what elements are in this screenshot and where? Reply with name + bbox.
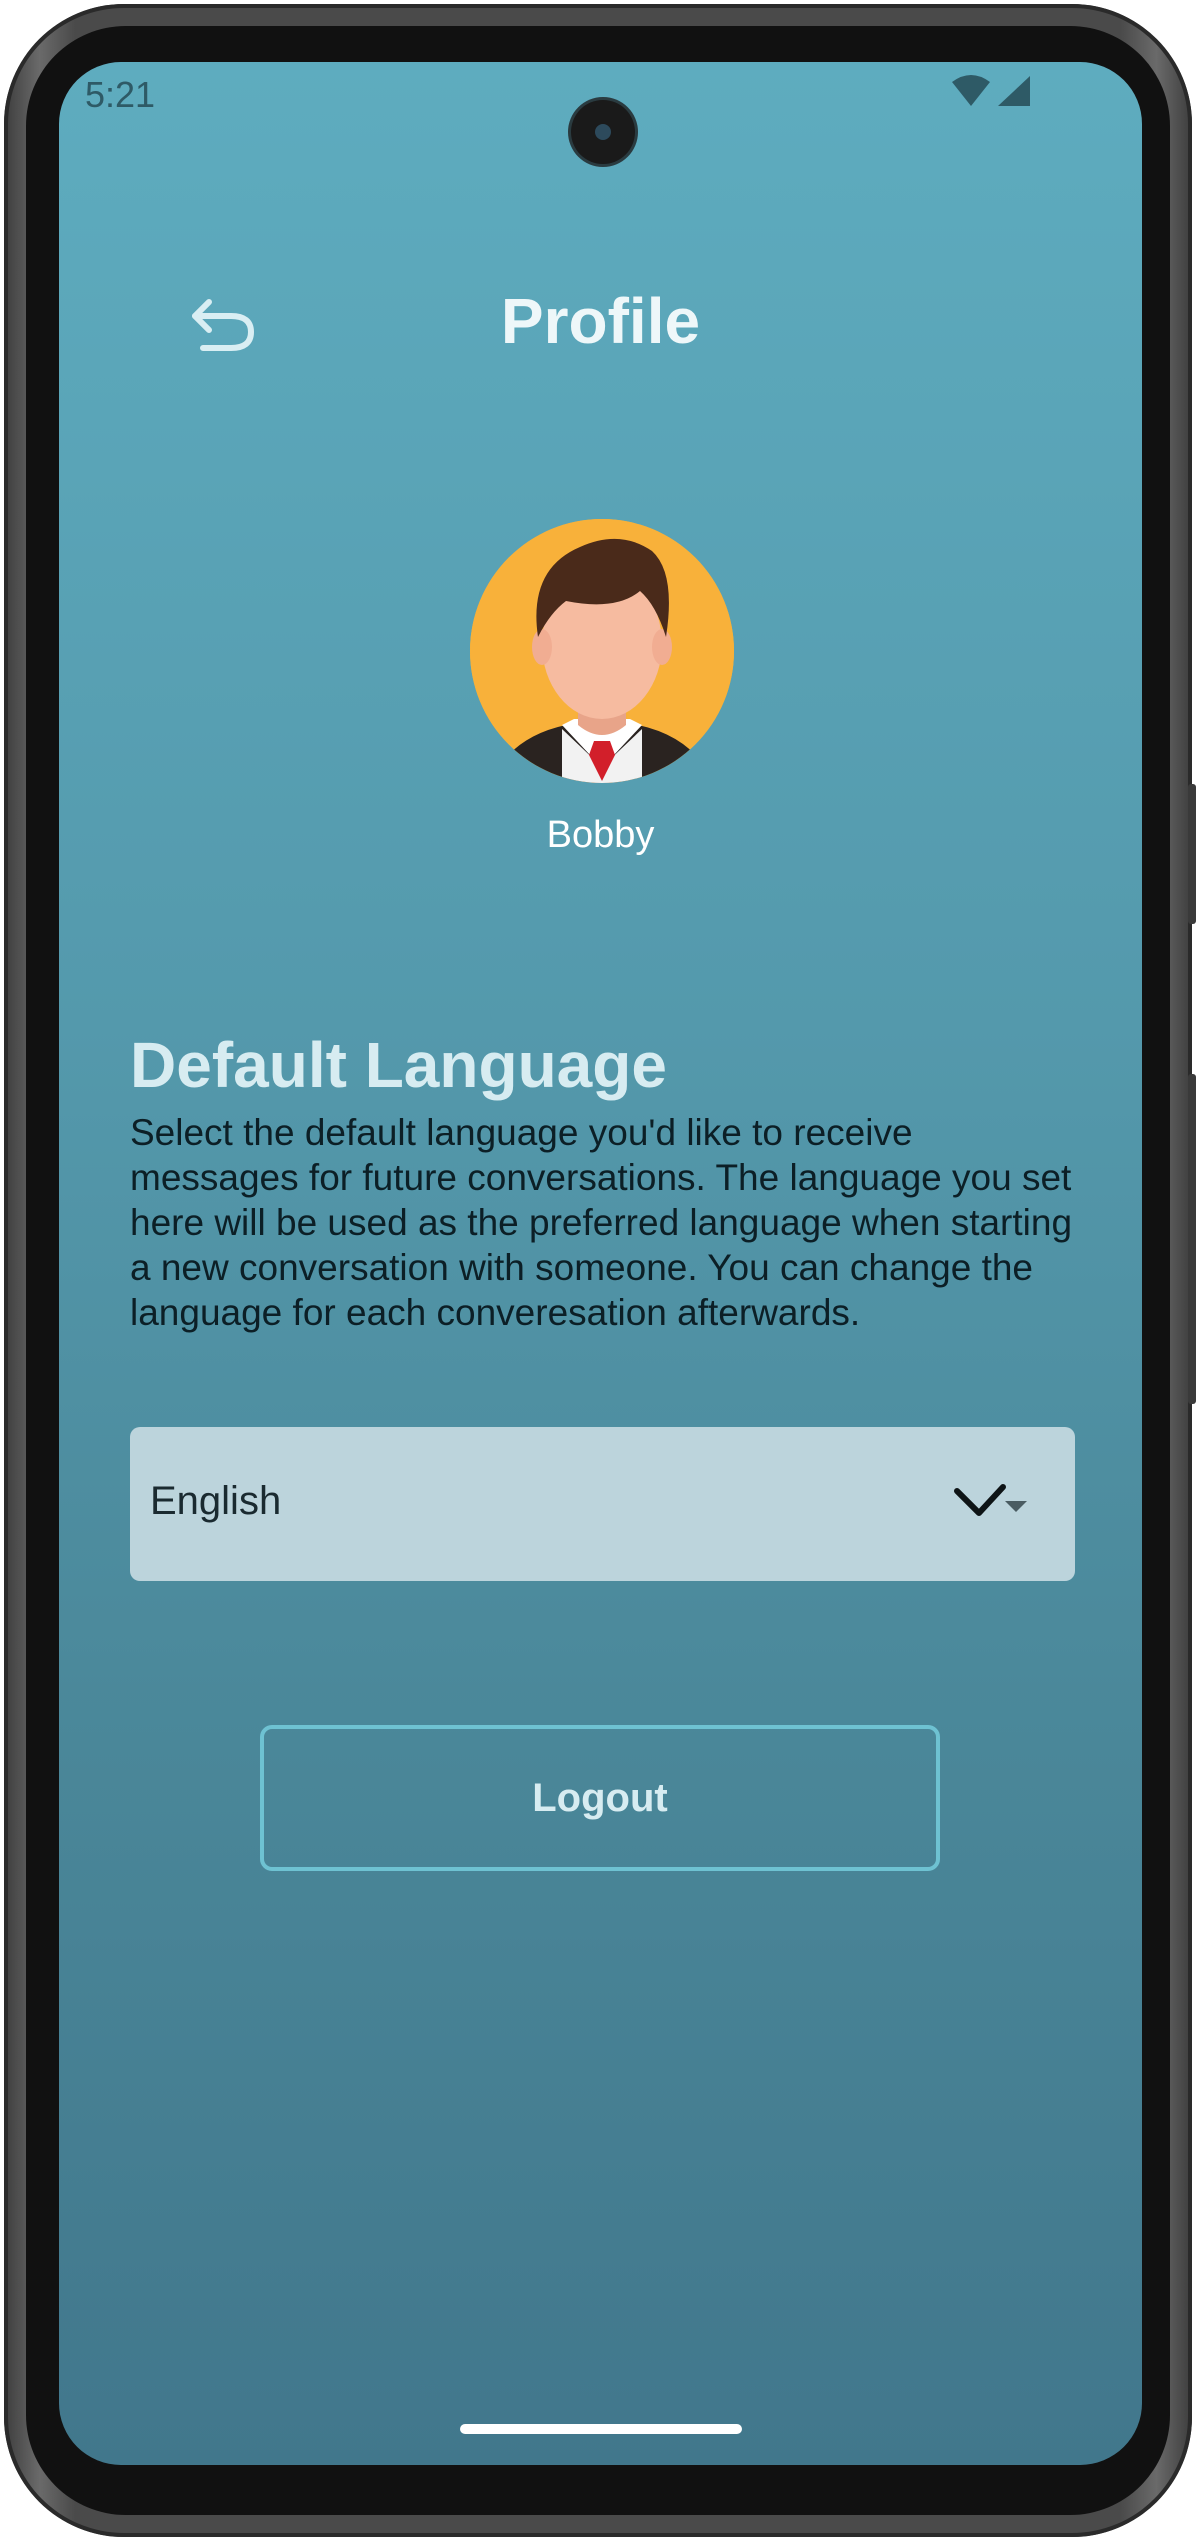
- status-icons: [950, 74, 1032, 108]
- status-time: 5:21: [85, 74, 156, 115]
- wifi-icon: [952, 75, 990, 106]
- front-camera: [571, 100, 635, 164]
- language-select-value: English: [150, 1479, 282, 1523]
- page-title: Profile: [500, 285, 701, 357]
- home-indicator[interactable]: [460, 2424, 742, 2434]
- avatar[interactable]: [470, 519, 734, 783]
- chevron-down-icon: [954, 1484, 1027, 1516]
- avatar-icon: [470, 519, 734, 783]
- signal-icon: [998, 76, 1030, 106]
- default-language-description: Select the default language you'd like t…: [130, 1112, 1073, 1333]
- user-name: Bobby: [546, 814, 655, 856]
- phone-frame: 5:21 Profile Bobby Default Language Sele…: [4, 4, 1196, 2537]
- power-button: [1188, 784, 1196, 924]
- volume-button: [1188, 1074, 1196, 1404]
- logout-button[interactable]: Logout: [260, 1725, 940, 1871]
- app-screen: 5:21 Profile Bobby Default Language Sele…: [59, 62, 1142, 2465]
- language-select[interactable]: English: [130, 1427, 1075, 1581]
- default-language-heading: Default Language: [130, 1029, 667, 1101]
